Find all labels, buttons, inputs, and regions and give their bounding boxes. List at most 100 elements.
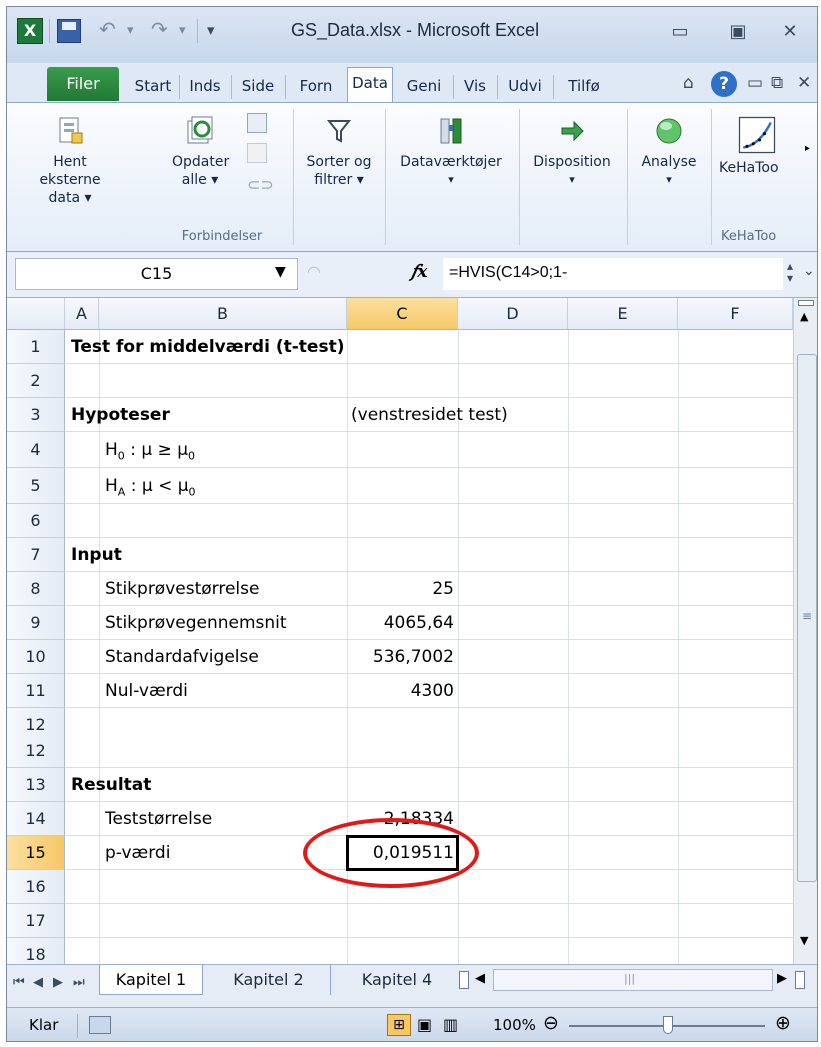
minimize-button[interactable]: ▭: [663, 17, 697, 47]
hsplit-icon[interactable]: [795, 971, 805, 989]
row-header[interactable]: 3: [7, 398, 65, 432]
tab-data[interactable]: Data: [347, 67, 393, 102]
sheet-tab-kapitel-4[interactable]: Kapitel 4: [335, 965, 459, 995]
cell-c10-value[interactable]: 536,7002: [347, 640, 454, 674]
insert-function-icon[interactable]: 𝑓x: [411, 262, 427, 282]
page-layout-view-icon[interactable]: ▣: [417, 1015, 432, 1034]
refresh-all-button[interactable]: Opdater alle ▾: [165, 115, 235, 189]
column-header-e[interactable]: E: [568, 298, 678, 330]
cell-b5-ha[interactable]: HA : μ < μ0: [105, 469, 196, 503]
first-sheet-icon[interactable]: ⏮: [13, 975, 25, 990]
column-header-c[interactable]: C: [347, 298, 458, 330]
row-header[interactable]: 12: [7, 708, 65, 734]
cell-b11-label[interactable]: Nul-værdi: [105, 674, 188, 708]
zoom-slider-thumb[interactable]: [663, 1016, 673, 1034]
row-header-selected[interactable]: 15: [7, 836, 65, 870]
restore-button[interactable]: ▣: [721, 17, 755, 47]
last-sheet-icon[interactable]: ⏭: [73, 975, 85, 990]
horizontal-scrollbar[interactable]: |||: [493, 969, 773, 991]
worksheet-grid-lower[interactable]: 12 13 14 15 16 17 18 Resultat Teststørre…: [7, 734, 793, 964]
row-header[interactable]: 18: [7, 938, 65, 964]
help-icon[interactable]: ?: [711, 71, 737, 97]
workbook-restore-icon[interactable]: ⧉: [771, 73, 783, 93]
tab-file[interactable]: Filer: [47, 67, 119, 101]
scroll-up-icon[interactable]: ▲: [800, 310, 808, 323]
hscroll-right-icon[interactable]: ▶: [777, 971, 787, 986]
close-button[interactable]: ✕: [773, 17, 807, 47]
analysis-button[interactable]: Analyse ▾: [631, 115, 707, 189]
cell-b13-resultat[interactable]: Resultat: [71, 768, 151, 802]
row-header[interactable]: 13: [7, 768, 65, 802]
kehatoo-button[interactable]: KeHaToo: [713, 115, 801, 177]
formula-collapse-icon[interactable]: ⌄: [803, 263, 815, 279]
undo-icon[interactable]: ↶: [99, 17, 116, 41]
tab-inds[interactable]: Inds: [181, 71, 229, 101]
row-header[interactable]: 4: [7, 432, 65, 468]
edit-links-icon[interactable]: ⊂⊃: [247, 175, 274, 194]
cell-b14-label[interactable]: Teststørrelse: [105, 802, 212, 836]
macro-record-icon[interactable]: [89, 1016, 111, 1034]
tab-start[interactable]: Start: [129, 71, 177, 101]
ribbon-scroll-right-icon[interactable]: ▸: [805, 143, 810, 154]
scroll-down-icon[interactable]: ▼: [800, 934, 808, 947]
row-header[interactable]: 12: [7, 734, 65, 768]
row-header[interactable]: 11: [7, 674, 65, 708]
cell-b1-title[interactable]: Test for middelværdi (t-test): [71, 330, 344, 364]
redo-icon[interactable]: ↷: [151, 17, 168, 41]
cell-b9-label[interactable]: Stikprøvegennemsnit: [105, 606, 287, 640]
row-header[interactable]: 1: [7, 330, 65, 364]
row-header[interactable]: 5: [7, 468, 65, 504]
zoom-level[interactable]: 100%: [493, 1016, 536, 1034]
cell-b15-label[interactable]: p-værdi: [105, 836, 170, 870]
column-header-a[interactable]: A: [65, 298, 99, 330]
row-header[interactable]: 6: [7, 504, 65, 538]
save-icon[interactable]: [57, 19, 81, 43]
worksheet-grid[interactable]: A B C D E F 1 2 3 4 5 6 7 8 9 10 11 12 T…: [7, 298, 793, 734]
sheet-tab-kapitel-1[interactable]: Kapitel 1: [99, 965, 203, 995]
hscroll-left-icon[interactable]: ◀: [475, 971, 485, 986]
sheet-tab-kapitel-2[interactable]: Kapitel 2: [207, 965, 331, 995]
tab-tilfo[interactable]: Tilfø: [555, 71, 613, 101]
minimize-ribbon-icon[interactable]: ⌂: [683, 73, 694, 93]
redo-dropdown-icon[interactable]: ▾: [179, 23, 186, 38]
cell-c9-value[interactable]: 4065,64: [347, 606, 454, 640]
excel-app-icon[interactable]: X: [17, 18, 43, 44]
normal-view-icon[interactable]: ⊞: [387, 1014, 411, 1036]
cell-c3-test-type[interactable]: (venstresidet test): [351, 398, 508, 432]
sort-filter-button[interactable]: Sorter og filtrer ▾: [299, 115, 379, 189]
get-external-data-button[interactable]: Hent eksterne data ▾: [11, 115, 129, 207]
row-header[interactable]: 16: [7, 870, 65, 904]
cell-c8-value[interactable]: 25: [347, 572, 454, 606]
name-box[interactable]: C15: [15, 258, 298, 290]
properties-icon[interactable]: [247, 143, 267, 163]
formula-expand-icon[interactable]: ▴ ▾: [787, 260, 793, 284]
name-box-dropdown-icon[interactable]: ▼: [275, 264, 286, 280]
page-break-view-icon[interactable]: ▥: [443, 1015, 458, 1034]
formula-input[interactable]: =HVIS(C14>0;1-: [443, 258, 783, 290]
customize-qat-icon[interactable]: ▾: [207, 21, 215, 39]
tab-side[interactable]: Side: [233, 71, 283, 101]
row-header[interactable]: 10: [7, 640, 65, 674]
prev-sheet-icon[interactable]: ◀: [33, 975, 43, 990]
cell-b4-h0[interactable]: H0 : μ ≥ μ0: [105, 433, 195, 467]
zoom-in-icon[interactable]: ⊕: [775, 1012, 791, 1034]
scroll-thumb[interactable]: ≡: [797, 354, 817, 882]
formula-bar-resize-icon[interactable]: ◠: [307, 262, 321, 281]
next-sheet-icon[interactable]: ▶: [53, 975, 63, 990]
row-header[interactable]: 17: [7, 904, 65, 938]
column-header-b[interactable]: B: [99, 298, 347, 330]
cell-b7-input[interactable]: Input: [71, 538, 122, 572]
split-box[interactable]: [798, 300, 814, 306]
select-all-corner[interactable]: [7, 298, 65, 330]
tab-forn[interactable]: Forn: [287, 71, 345, 101]
row-header[interactable]: 9: [7, 606, 65, 640]
outline-button[interactable]: Disposition ▾: [523, 115, 621, 189]
tab-split-icon[interactable]: [459, 971, 469, 989]
vertical-scrollbar[interactable]: ▲ ≡ ▼: [793, 298, 817, 964]
row-header[interactable]: 2: [7, 364, 65, 398]
zoom-out-icon[interactable]: ⊖: [543, 1012, 559, 1034]
undo-dropdown-icon[interactable]: ▾: [127, 23, 134, 38]
tab-udvi[interactable]: Udvi: [499, 71, 551, 101]
column-header-d[interactable]: D: [458, 298, 568, 330]
cell-b3-hypoteser[interactable]: Hypoteser: [71, 398, 170, 432]
